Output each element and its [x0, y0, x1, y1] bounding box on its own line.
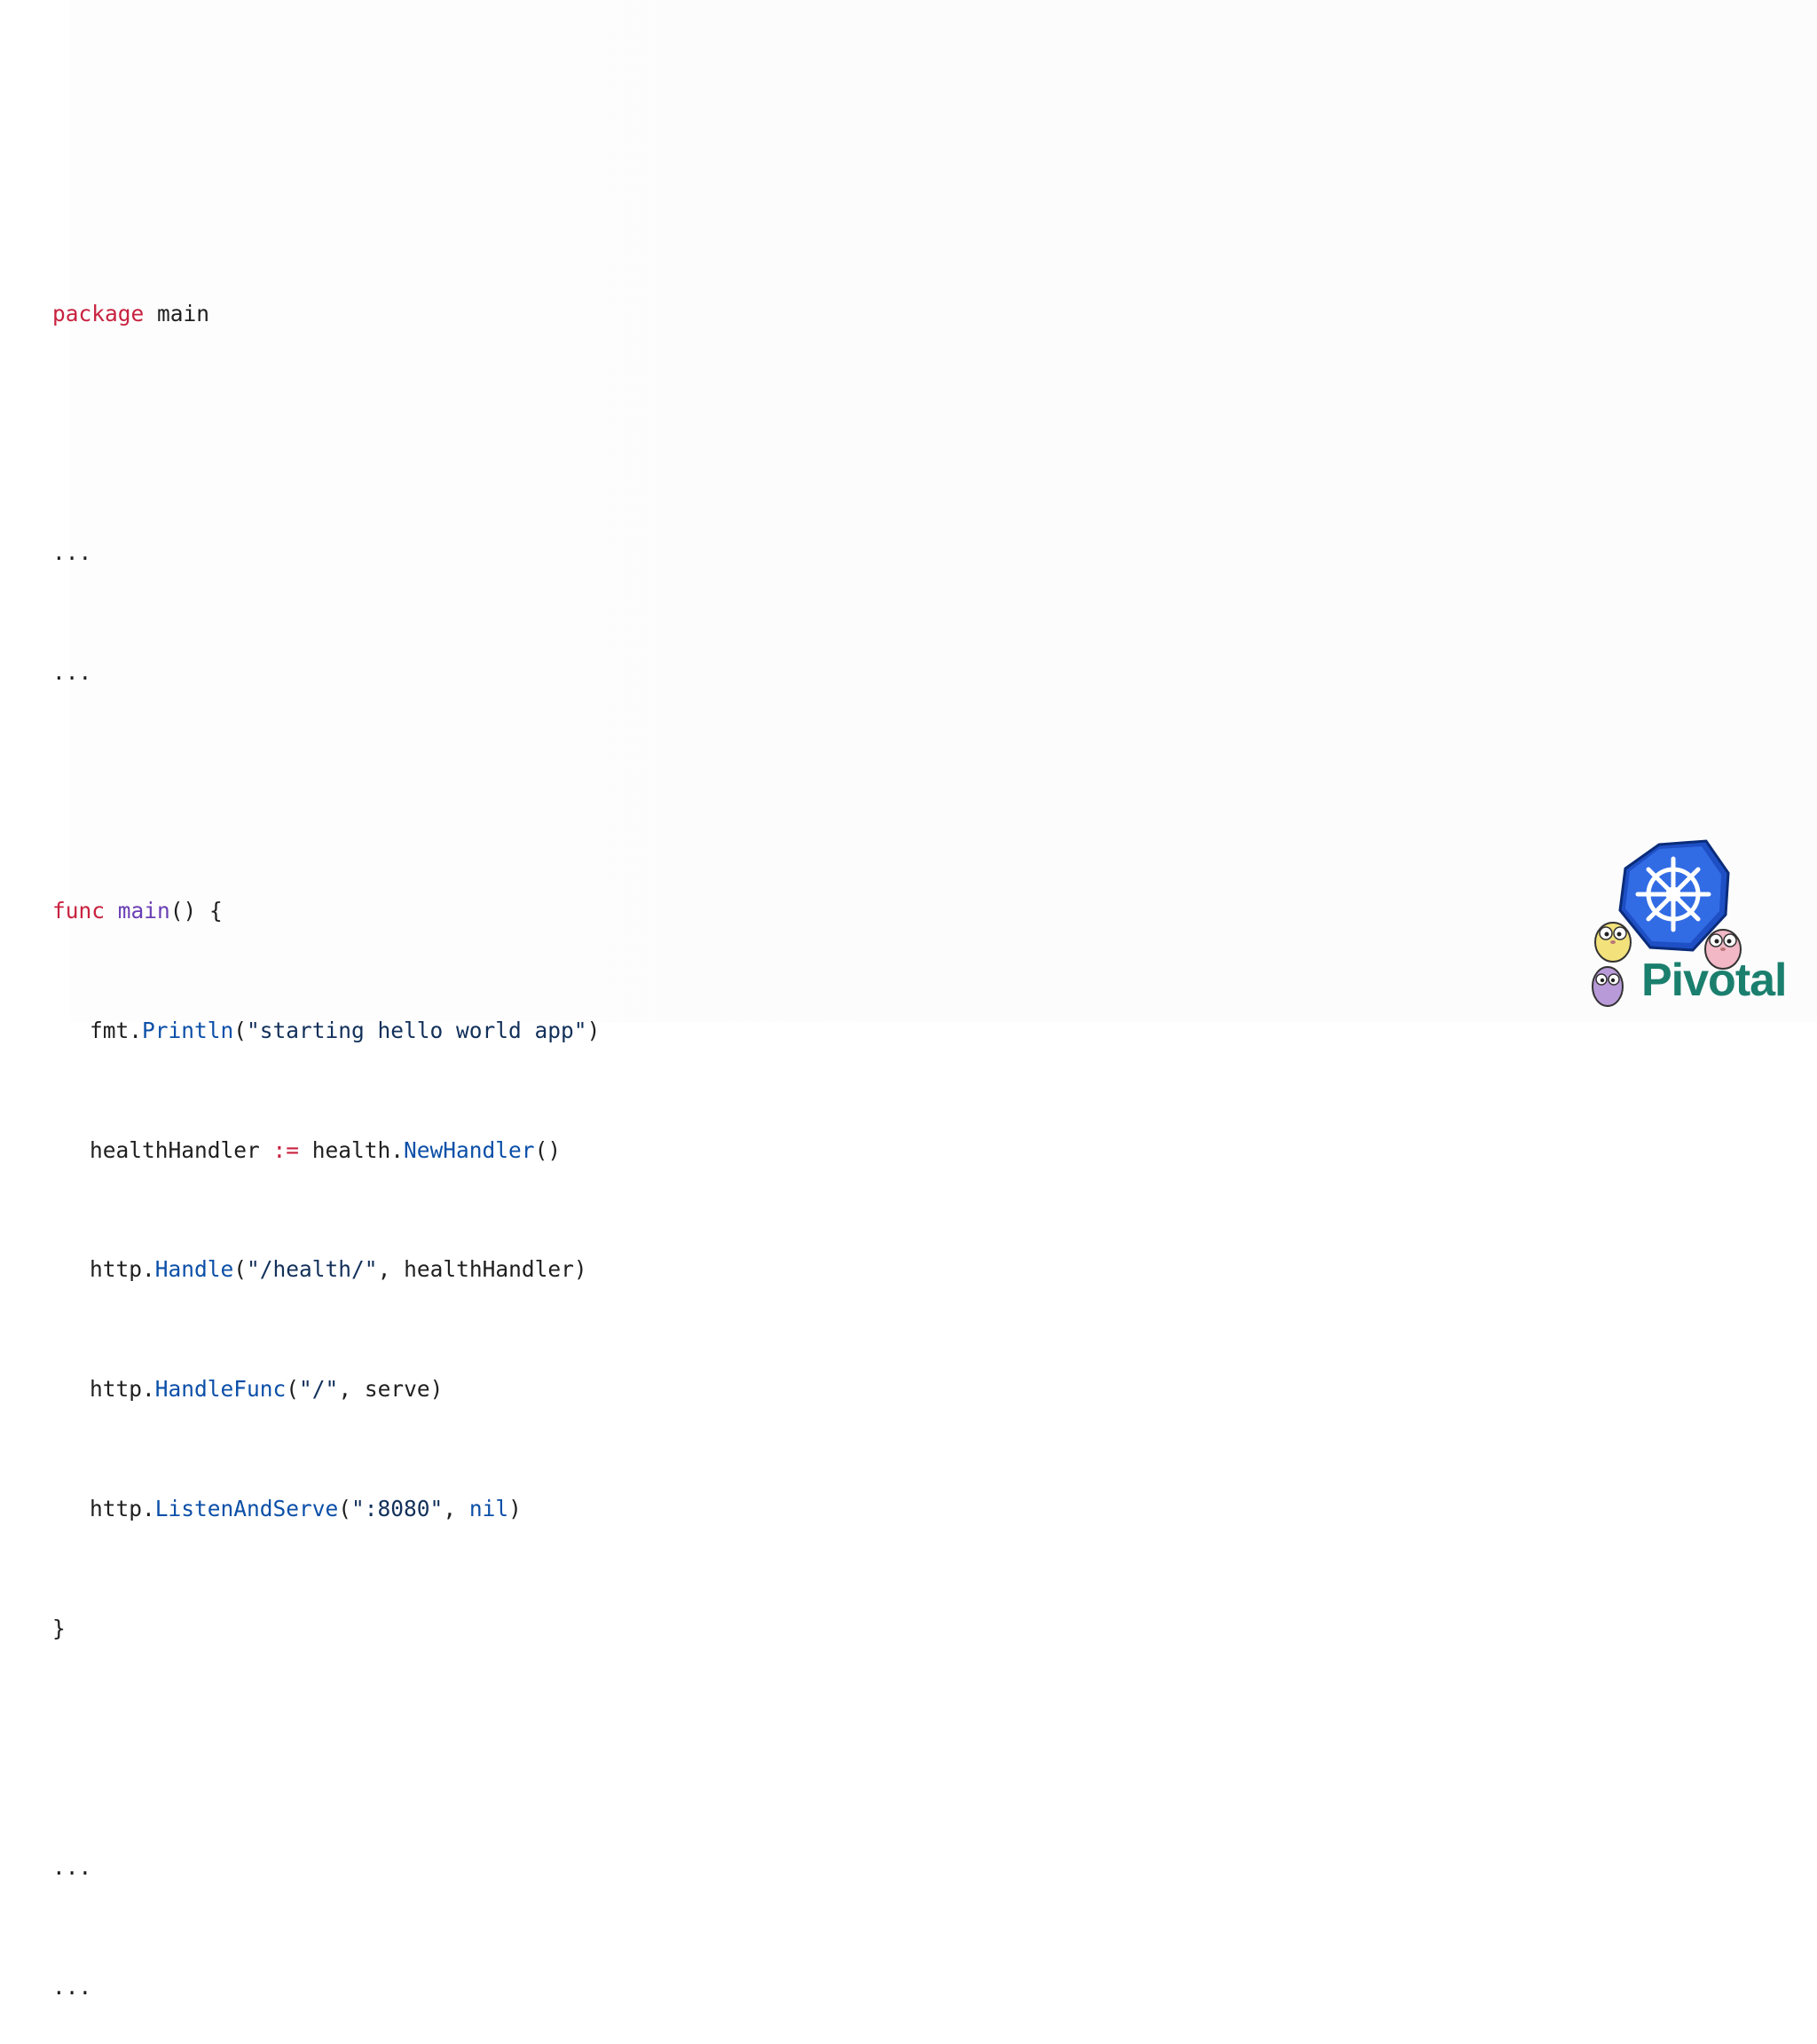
code-text: http. [90, 1256, 155, 1283]
code-block: package main ... ... func main() { fmt.P… [52, 215, 600, 2044]
code-line-ellipsis: ... [52, 1848, 600, 1888]
method-name: NewHandler [404, 1136, 535, 1163]
go-gopher-yellow-icon [1594, 922, 1632, 963]
string-literal: "starting hello world app" [247, 1018, 587, 1044]
code-text: ) [586, 1018, 601, 1044]
code-line-ellipsis: ... [52, 533, 600, 573]
code-line-func-main: func main() { [52, 892, 600, 932]
code-text: http. [90, 1495, 155, 1521]
code-text: main [144, 300, 210, 326]
code-line-handle: http.Handle("/health/", healthHandler) [52, 1250, 600, 1290]
code-text: http. [90, 1376, 155, 1403]
string-literal: ":8080" [351, 1495, 444, 1521]
code-text: ( [233, 1018, 248, 1044]
code-line-listen: http.ListenAndServe(":8080", nil) [52, 1490, 600, 1529]
code-line-ellipsis: ... [52, 1968, 600, 2008]
operator: := [272, 1136, 300, 1163]
code-text: ... [52, 1853, 92, 1880]
code-text: ( [233, 1256, 248, 1283]
code-text: fmt. [90, 1018, 143, 1044]
string-literal: "/health/" [247, 1256, 378, 1283]
code-text: ... [52, 658, 92, 685]
code-text: () { [169, 898, 223, 924]
method-name: ListenAndServe [154, 1495, 339, 1521]
code-text: ... [52, 539, 92, 566]
keyword: func [52, 898, 106, 924]
keyword: package [52, 300, 145, 326]
code-text: health. [299, 1136, 405, 1163]
code-line-println: fmt.Println("starting hello world app") [52, 1011, 600, 1051]
nil-literal: nil [468, 1495, 509, 1521]
code-text: , serve) [338, 1376, 444, 1403]
code-line-ellipsis: ... [52, 653, 600, 693]
method-name: HandleFunc [154, 1376, 287, 1403]
code-text: () [534, 1136, 562, 1163]
code-line-close-brace: } [52, 1609, 600, 1649]
code-text: , healthHandler) [377, 1256, 587, 1283]
method-name: Handle [154, 1256, 234, 1283]
code-text: ( [286, 1376, 300, 1403]
code-line-handlefunc: http.HandleFunc("/", serve) [52, 1370, 600, 1410]
go-gopher-purple-icon [1592, 966, 1624, 1007]
function-name: main [117, 898, 170, 924]
code-text: ) [508, 1495, 522, 1521]
code-text: ... [52, 1973, 92, 2000]
pivotal-logo-text: Pivotal [1641, 955, 1787, 1006]
method-name: Println [142, 1018, 234, 1044]
code-line-package: package main [52, 295, 600, 334]
slide: package main ... ... func main() { fmt.P… [0, 0, 1817, 2000]
code-text: } [52, 1615, 66, 1641]
code-text: ( [338, 1495, 352, 1521]
code-line-health-handler: healthHandler := health.NewHandler() [52, 1131, 600, 1171]
code-text: , [443, 1495, 469, 1521]
string-literal: "/" [299, 1376, 339, 1403]
code-text: healthHandler [90, 1136, 273, 1163]
